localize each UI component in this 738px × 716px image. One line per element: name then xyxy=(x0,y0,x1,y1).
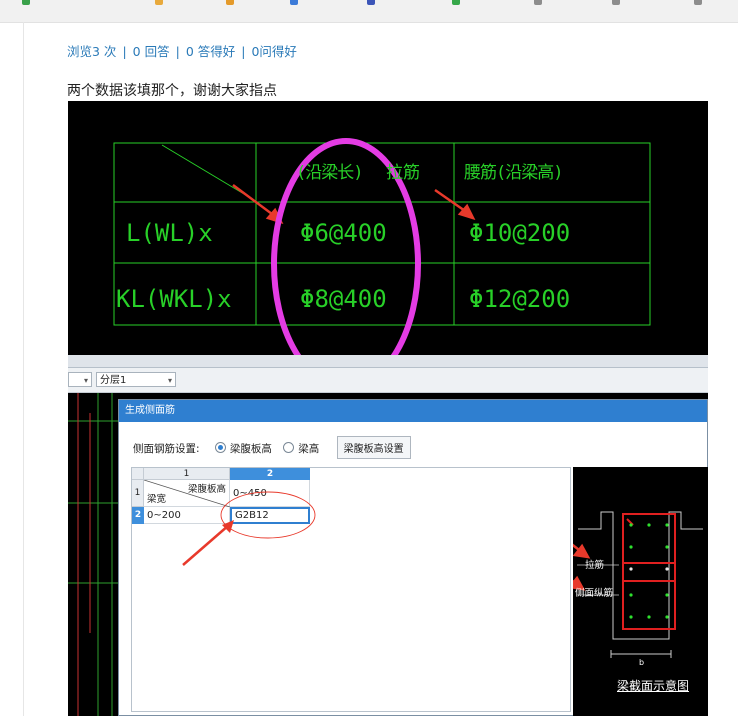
toolbar-app-icon[interactable] xyxy=(452,0,460,5)
radio-unselected-icon xyxy=(283,442,295,453)
cad-header-tie: 拉筋 xyxy=(386,163,420,183)
software-ribbon xyxy=(68,355,708,368)
section-caption: 梁截面示意图 xyxy=(617,679,690,693)
toolbar-app-icon[interactable] xyxy=(290,0,298,5)
grid-annotations xyxy=(182,491,316,566)
cad-header-long: (沿梁长) xyxy=(296,163,363,183)
stats-separator: | xyxy=(175,44,180,59)
generate-side-rebar-dialog: 生成侧面筋 侧面钢筋设置: 梁腹板高 梁高 梁腹板高设置 1 2 1 梁腹板高 … xyxy=(118,399,708,716)
views-count: 浏览3 次 xyxy=(67,44,117,59)
cad-row2-label: KL(WKL)x xyxy=(116,285,232,313)
toolbar-app-icon[interactable] xyxy=(534,0,542,5)
cad-row1-waist: Φ10@200 xyxy=(469,219,571,247)
software-toolbar: ▾ 分层1 ▾ xyxy=(68,368,708,393)
stats-separator: | xyxy=(122,44,127,59)
cad-row1-tie: Φ6@400 xyxy=(300,219,387,247)
cad-table-image: (沿梁长) 拉筋 腰筋(沿梁高) L(WL)x Φ6@400 Φ10@200 K… xyxy=(68,101,708,355)
cad-row1-label: L(WL)x xyxy=(126,219,213,247)
question-text: 两个数据该填那个，谢谢大家指点 xyxy=(67,83,277,99)
floor-combo[interactable]: ▾ xyxy=(68,372,92,387)
rebar-grid: 1 2 1 梁腹板高 梁宽 0~450 2 0~200 G2B12 xyxy=(131,467,571,712)
layer-combo-value: 分层1 xyxy=(100,375,127,386)
good-answers-count[interactable]: 0 答得好 xyxy=(186,44,235,59)
label-side-bar: 侧面纵筋 xyxy=(575,588,614,599)
software-screenshot: ▾ 分层1 ▾ 生成侧面筋 侧面钢筋设置: 梁腹板高 梁高 梁腹板高设置 1 2… xyxy=(68,355,708,716)
cad-row2-tie: Φ8@400 xyxy=(300,285,387,313)
label-tie-bar: 拉筋 xyxy=(585,560,605,571)
toolbar-app-icon[interactable] xyxy=(694,0,702,5)
side-rebar-settings: 侧面钢筋设置: 梁腹板高 梁高 梁腹板高设置 xyxy=(133,436,411,459)
toolbar-app-icon[interactable] xyxy=(612,0,620,5)
cad-row2-waist: Φ12@200 xyxy=(469,285,571,313)
label-width-b: b xyxy=(639,658,645,667)
radio-web-height[interactable]: 梁腹板高 xyxy=(214,442,272,455)
browser-toolbar xyxy=(0,0,738,23)
dialog-title: 生成侧面筋 xyxy=(119,400,707,422)
question-stats: 浏览3 次 | 0 回答 | 0 答得好 | 0问得好 xyxy=(67,41,297,60)
layer-combo[interactable]: 分层1 ▾ xyxy=(96,372,176,387)
toolbar-app-icon[interactable] xyxy=(155,0,163,5)
radio-beam-height-label: 梁高 xyxy=(298,443,320,455)
stats-separator: | xyxy=(241,44,246,59)
radio-beam-height[interactable]: 梁高 xyxy=(283,442,320,455)
answers-count[interactable]: 0 回答 xyxy=(133,44,170,59)
radio-web-height-label: 梁腹板高 xyxy=(229,443,272,455)
page-left-rule xyxy=(23,22,24,716)
toolbar-app-icon[interactable] xyxy=(226,0,234,5)
good-questions-count[interactable]: 0问得好 xyxy=(251,44,296,59)
toolbar-app-icon[interactable] xyxy=(22,0,30,5)
chevron-down-icon: ▾ xyxy=(83,376,88,385)
chevron-down-icon: ▾ xyxy=(167,376,172,385)
cad-header-waist: 腰筋(沿梁高) xyxy=(464,163,563,183)
beam-section-preview: 拉筋 侧面纵筋 b 梁截面示意图 xyxy=(534,467,708,716)
toolbar-app-icon[interactable] xyxy=(367,0,375,5)
web-height-settings-button[interactable]: 梁腹板高设置 xyxy=(336,436,411,459)
setting-label: 侧面钢筋设置: xyxy=(133,443,200,455)
radio-selected-icon xyxy=(214,442,226,453)
